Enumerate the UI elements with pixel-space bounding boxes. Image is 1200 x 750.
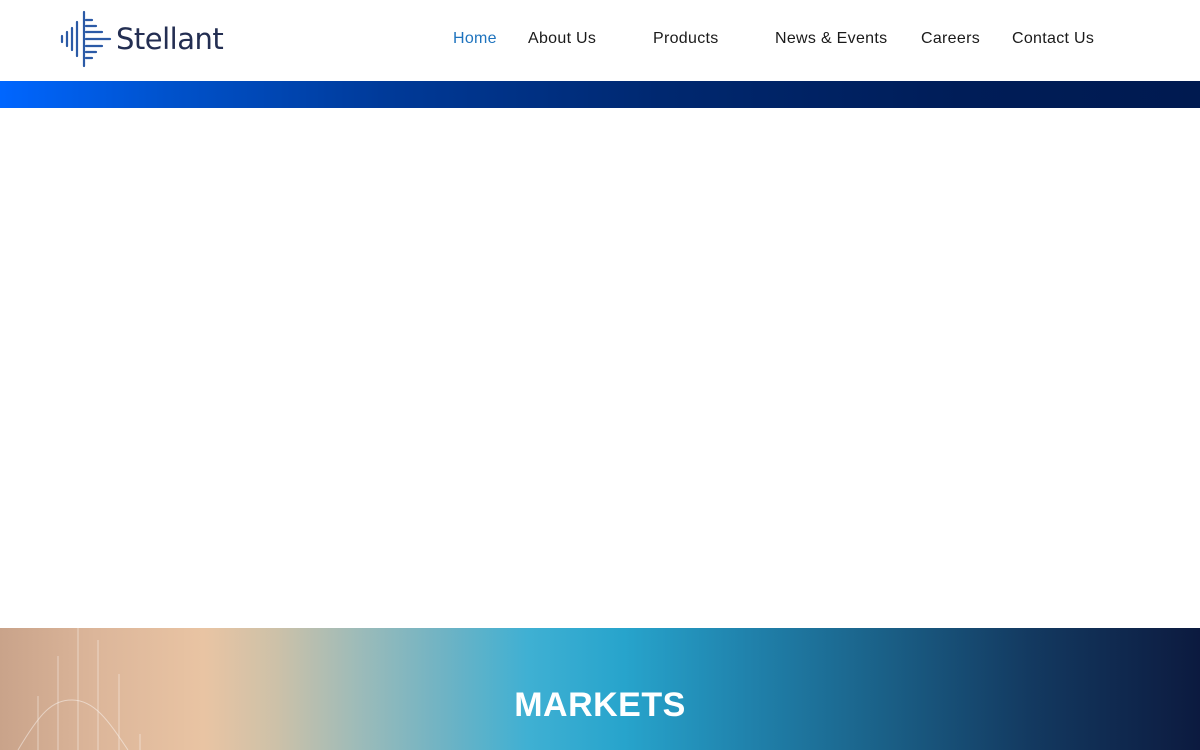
nav-item-contact-us[interactable]: Contact Us bbox=[1012, 30, 1094, 48]
nav-item-products[interactable]: Products bbox=[653, 30, 719, 48]
markets-section: MARKETS bbox=[0, 628, 1200, 750]
markets-heading: MARKETS bbox=[514, 686, 686, 724]
hero-content-area bbox=[0, 108, 1200, 628]
main-nav: Home About Us Products News & Events Car… bbox=[0, 0, 1200, 81]
nav-item-careers[interactable]: Careers bbox=[921, 30, 980, 48]
site-header: Stellant Home About Us Products News & E… bbox=[0, 0, 1200, 81]
nav-item-home[interactable]: Home bbox=[453, 30, 497, 48]
nav-item-about-us[interactable]: About Us bbox=[528, 30, 596, 48]
header-gradient-band bbox=[0, 81, 1200, 108]
nav-item-news-events[interactable]: News & Events bbox=[775, 30, 887, 48]
